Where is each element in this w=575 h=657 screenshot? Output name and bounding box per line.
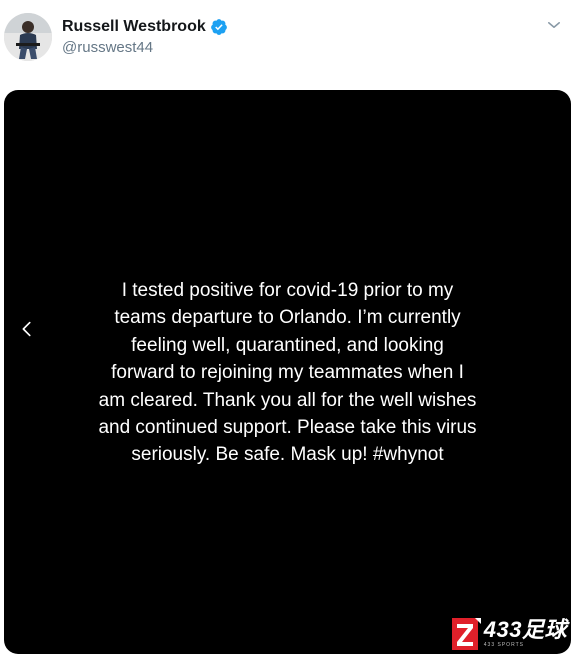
name-row: Russell Westbrook — [62, 17, 228, 37]
tweet-card: Russell Westbrook @russwest44 I tested p… — [0, 0, 575, 657]
chevron-left-icon[interactable] — [16, 318, 38, 340]
avatar-image — [4, 13, 52, 61]
verified-badge-icon — [210, 18, 228, 36]
avatar[interactable] — [4, 13, 52, 61]
watermark: 433足球 433 SPORTS — [448, 614, 567, 654]
tweet-media-image[interactable]: I tested positive for covid-19 prior to … — [4, 90, 571, 654]
user-handle[interactable]: @russwest44 — [62, 38, 153, 58]
watermark-text-block: 433足球 433 SPORTS — [484, 619, 567, 649]
chevron-down-icon[interactable] — [545, 16, 563, 34]
watermark-logo-icon — [448, 616, 482, 652]
watermark-text: 433足球 — [483, 617, 567, 642]
tweet-header: Russell Westbrook @russwest44 — [0, 0, 575, 80]
display-name[interactable]: Russell Westbrook — [62, 17, 206, 37]
media-statement-text: I tested positive for covid-19 prior to … — [98, 280, 477, 466]
watermark-subtext: 433 SPORTS — [483, 642, 524, 648]
